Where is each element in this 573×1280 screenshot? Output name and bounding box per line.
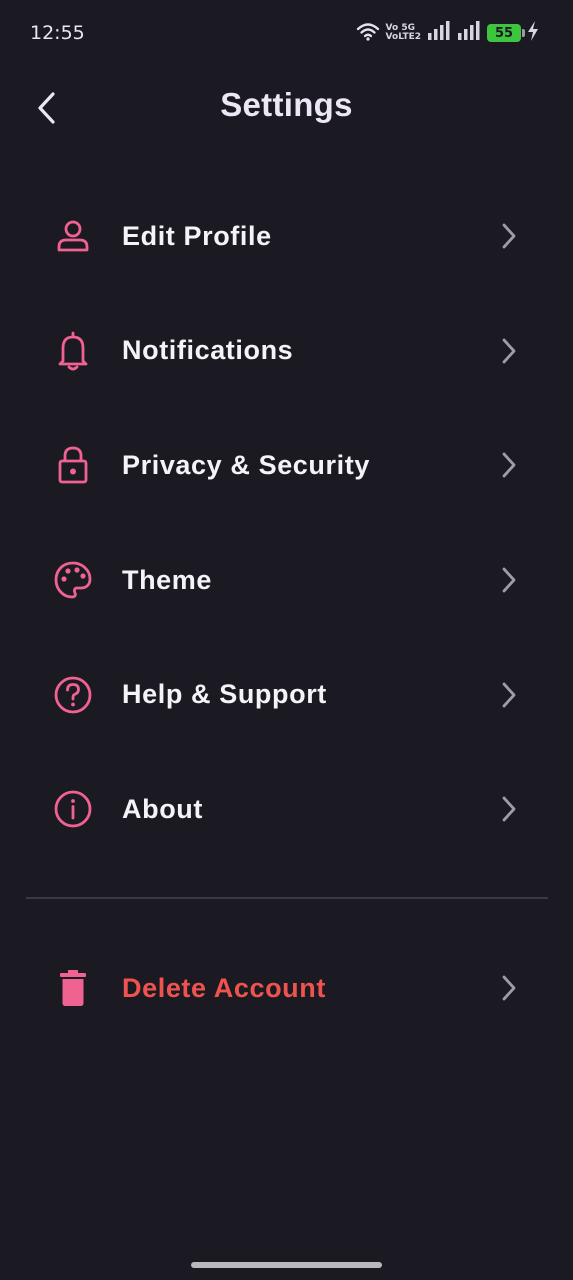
menu-item-label: Notifications	[122, 335, 294, 366]
home-indicator[interactable]	[191, 1262, 382, 1268]
signal-icon-sim1	[427, 20, 451, 46]
menu-item-label: Privacy & Security	[122, 449, 370, 480]
menu-item-label: About	[122, 793, 203, 824]
menu-item-privacy-security[interactable]: Privacy & Security	[0, 408, 573, 523]
bell-icon	[52, 330, 94, 372]
menu-item-label: Delete Account	[122, 972, 326, 1003]
chevron-right-icon	[497, 450, 521, 480]
network-type-label: Vo 5G VoLTE2	[385, 23, 421, 42]
settings-menu: Edit Profile Notifications Privacy & Sec…	[0, 179, 573, 867]
menu-item-edit-profile[interactable]: Edit Profile	[0, 179, 573, 294]
app-bar: Settings	[0, 70, 573, 146]
chevron-right-icon	[497, 221, 521, 251]
charging-icon	[527, 20, 539, 46]
menu-item-label: Help & Support	[122, 679, 327, 710]
status-bar: 12:55 Vo 5G VoLTE2 55	[0, 0, 573, 66]
chevron-right-icon	[497, 973, 521, 1003]
page-title: Settings	[220, 86, 353, 123]
palette-icon	[52, 559, 94, 601]
chevron-right-icon	[497, 680, 521, 710]
battery-indicator: 55	[487, 24, 525, 42]
menu-item-label: Edit Profile	[122, 220, 272, 251]
person-icon	[52, 215, 94, 257]
chevron-right-icon	[497, 794, 521, 824]
lock-icon	[52, 444, 94, 486]
help-circle-icon	[52, 674, 94, 716]
wifi-icon	[356, 21, 380, 46]
trash-icon	[52, 967, 94, 1009]
info-circle-icon	[52, 788, 94, 830]
menu-item-notifications[interactable]: Notifications	[0, 294, 573, 409]
divider	[26, 897, 548, 899]
status-time: 12:55	[30, 22, 85, 44]
menu-item-delete-account[interactable]: Delete Account	[0, 931, 573, 1045]
chevron-right-icon	[497, 336, 521, 366]
menu-item-theme[interactable]: Theme	[0, 523, 573, 638]
menu-item-help-support[interactable]: Help & Support	[0, 637, 573, 752]
status-icons: Vo 5G VoLTE2 55	[356, 20, 539, 46]
menu-item-label: Theme	[122, 564, 213, 595]
chevron-right-icon	[497, 565, 521, 595]
signal-icon-sim2	[457, 20, 481, 46]
menu-item-about[interactable]: About	[0, 752, 573, 867]
